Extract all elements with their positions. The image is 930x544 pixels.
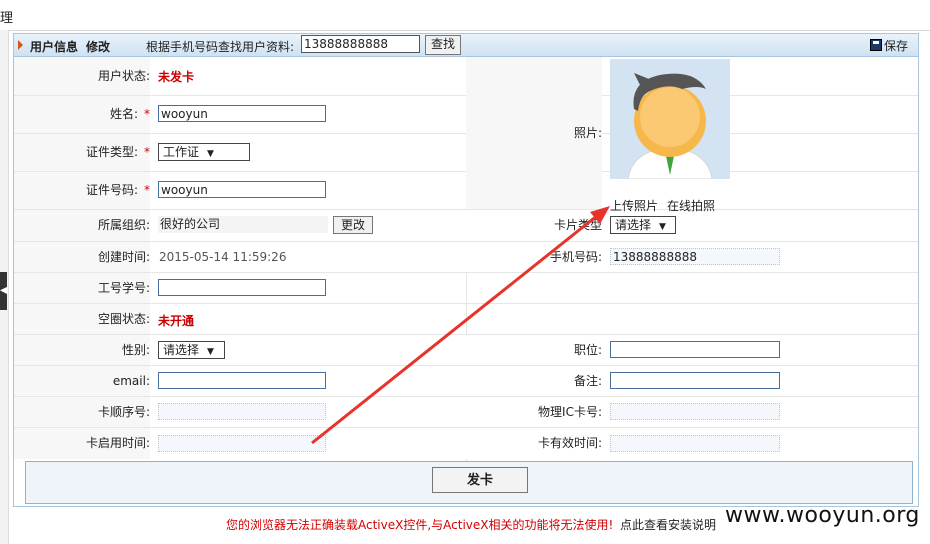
arrow-line <box>311 213 599 445</box>
arrow-head <box>590 206 610 224</box>
annotation-arrow <box>311 206 610 445</box>
